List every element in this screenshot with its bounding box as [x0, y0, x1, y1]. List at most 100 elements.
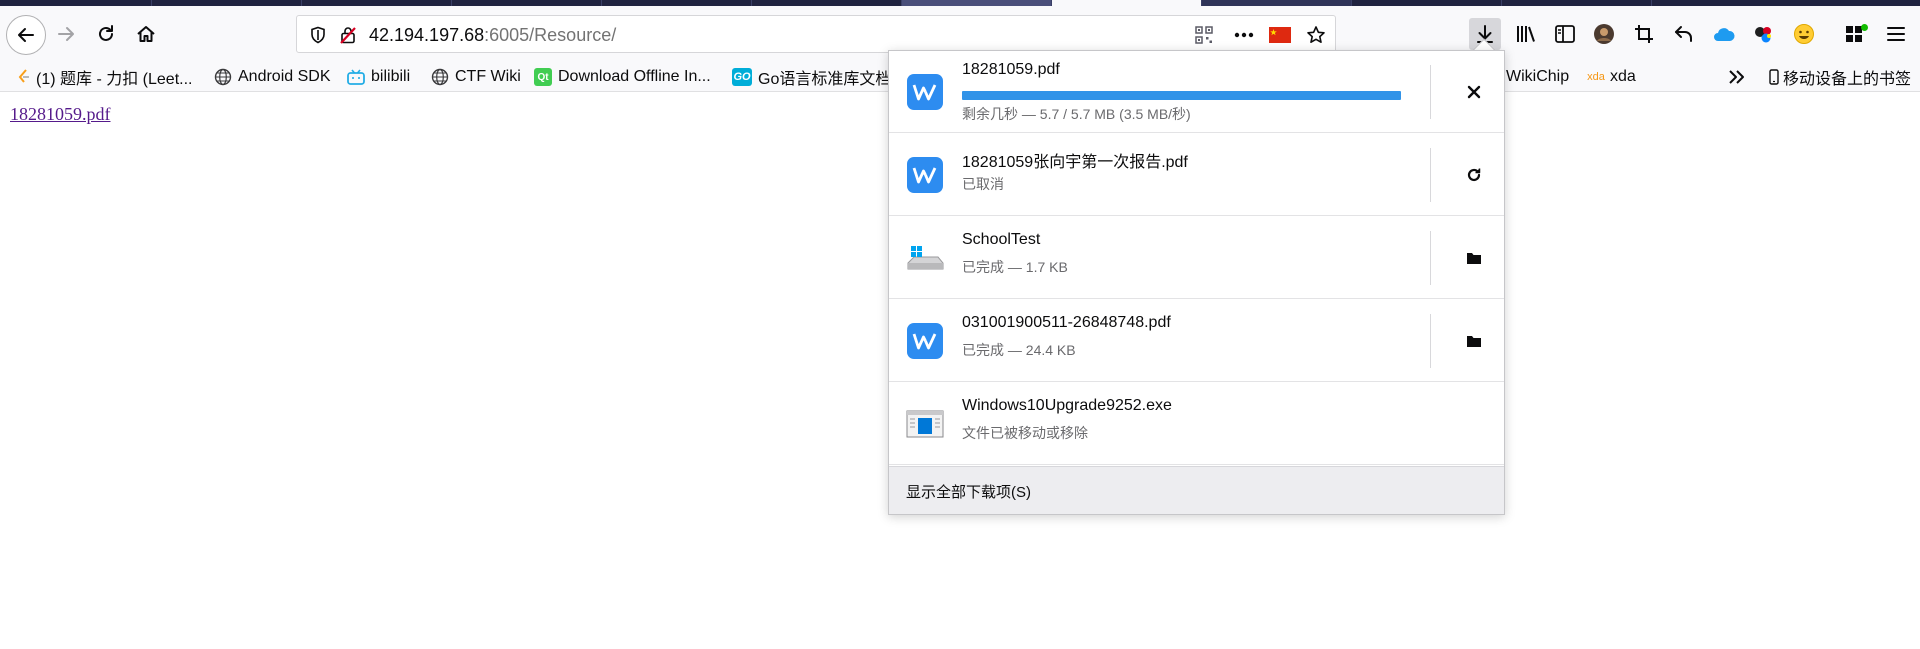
- china-flag-icon[interactable]: [1269, 24, 1291, 46]
- bookmark-label: WikiChip: [1506, 68, 1570, 85]
- download-item[interactable]: SchoolTest 已完成 — 1.7 KB: [889, 217, 1504, 299]
- xda-icon: xda: [1587, 71, 1605, 83]
- undo-button[interactable]: [1668, 18, 1700, 50]
- retry-download-button[interactable]: [1460, 161, 1488, 189]
- bookmark-android-sdk[interactable]: Android SDK: [214, 66, 331, 88]
- emoji-icon: [1794, 24, 1814, 44]
- extensions-icon: [1846, 24, 1868, 42]
- download-item[interactable]: 18281059张向宇第一次报告.pdf 已取消: [889, 134, 1504, 216]
- retry-icon: [1467, 168, 1481, 182]
- folder-icon: [1467, 253, 1481, 264]
- undo-icon: [1675, 26, 1692, 42]
- folder-icon: [1467, 336, 1481, 347]
- mobile-icon: [1768, 68, 1780, 86]
- qt-icon: Qt: [534, 68, 552, 86]
- insecure-lock-icon[interactable]: [337, 24, 359, 46]
- more-actions-icon[interactable]: [1233, 24, 1255, 46]
- go-icon: GO: [732, 68, 752, 86]
- download-status: 已完成 — 24.4 KB: [962, 342, 1076, 358]
- file-link[interactable]: 18281059.pdf: [10, 104, 111, 125]
- reload-button[interactable]: [90, 18, 122, 50]
- download-status: 已完成 — 1.7 KB: [962, 259, 1068, 275]
- divider: [1430, 231, 1431, 285]
- bookmark-label: Go语言标准库文档: [758, 71, 892, 88]
- menu-button[interactable]: [1880, 18, 1912, 50]
- download-name: 18281059张向宇第一次报告.pdf: [962, 154, 1188, 171]
- bookmark-label: CTF Wiki: [455, 68, 521, 85]
- bookmark-wikichip[interactable]: WikiChip: [1506, 66, 1569, 88]
- library-icon: [1517, 26, 1535, 42]
- bookmark-mobile[interactable]: 移动设备上的书签: [1768, 66, 1911, 88]
- globe-icon: [214, 68, 232, 86]
- extension-avatar-button[interactable]: [1588, 18, 1620, 50]
- bookmark-label: Android SDK: [238, 68, 331, 85]
- extension-color-button[interactable]: [1748, 18, 1780, 50]
- reload-icon: [99, 25, 113, 41]
- download-status: 剩余几秒 — 5.7 / 5.7 MB (3.5 MB/秒): [962, 106, 1191, 122]
- bookmark-label: (1) 题库 - 力扣 (Leet...: [36, 71, 193, 88]
- open-folder-button[interactable]: [1460, 327, 1488, 355]
- bookmark-label: Download Offline In...: [558, 68, 711, 85]
- url-bar[interactable]: 42.194.197.68:6005/Resource/: [296, 15, 1336, 53]
- divider: [1430, 65, 1431, 119]
- url-path: :6005/Resource/: [484, 25, 617, 45]
- url-host: 42.194.197.68: [369, 25, 485, 45]
- drive-icon: [906, 239, 944, 277]
- download-name: SchoolTest: [962, 231, 1041, 248]
- cloud-button[interactable]: [1708, 18, 1740, 50]
- bookmark-download-offline[interactable]: Qt Download Offline In...: [534, 66, 711, 88]
- download-status: 已取消: [962, 176, 1004, 192]
- sidebar-button[interactable]: [1549, 18, 1581, 50]
- bookmark-go-std-docs[interactable]: GO Go语言标准库文档: [732, 66, 891, 88]
- home-button[interactable]: [130, 18, 162, 50]
- cloud-icon: [1714, 28, 1735, 41]
- cancel-icon: [1467, 85, 1481, 99]
- screenshot-button[interactable]: [1628, 18, 1660, 50]
- bookmark-ctf-wiki[interactable]: CTF Wiki: [431, 66, 521, 88]
- hamburger-menu-icon: [1887, 27, 1905, 41]
- wps-icon: [906, 322, 944, 360]
- cancel-download-button[interactable]: [1460, 78, 1488, 106]
- wps-icon: [906, 156, 944, 194]
- avatar-icon: [1594, 24, 1614, 44]
- divider: [1430, 148, 1431, 202]
- home-icon: [137, 26, 155, 42]
- bookmark-xda[interactable]: xda xda: [1586, 66, 1636, 88]
- double-chevron-right-icon: [1729, 70, 1744, 84]
- bookmark-label: xda: [1610, 68, 1636, 85]
- show-all-downloads-label: 显示全部下载项(S): [906, 484, 1031, 501]
- download-item[interactable]: 18281059.pdf 剩余几秒 — 5.7 / 5.7 MB (3.5 MB…: [889, 51, 1504, 133]
- shield-icon[interactable]: [307, 24, 329, 46]
- extensions-button[interactable]: [1841, 18, 1873, 50]
- forward-button[interactable]: [50, 18, 82, 50]
- emoji-button[interactable]: [1788, 18, 1820, 50]
- download-progress-bar: [962, 91, 1401, 100]
- wps-icon: [906, 73, 944, 111]
- color-balls-icon: [1755, 27, 1771, 43]
- bookmark-leetcode[interactable]: (1) 题库 - 力扣 (Leet...: [18, 66, 192, 88]
- open-folder-button[interactable]: [1460, 244, 1488, 272]
- leetcode-icon: [18, 68, 30, 86]
- arrow-right-icon: [58, 27, 74, 41]
- download-item[interactable]: 031001900511-26848748.pdf 已完成 — 24.4 KB: [889, 300, 1504, 382]
- back-button[interactable]: [6, 15, 46, 55]
- show-all-downloads-button[interactable]: 显示全部下载项(S): [889, 466, 1504, 514]
- url-text[interactable]: 42.194.197.68:6005/Resource/: [369, 25, 616, 46]
- download-status: 文件已被移动或移除: [962, 425, 1088, 441]
- exe-icon: [906, 405, 944, 443]
- divider: [1430, 314, 1431, 368]
- bookmark-label: 移动设备上的书签: [1783, 71, 1912, 88]
- crop-icon: [1635, 25, 1653, 43]
- download-item[interactable]: Windows10Upgrade9252.exe 文件已被移动或移除: [889, 383, 1504, 465]
- qr-code-icon[interactable]: [1193, 24, 1215, 46]
- library-button[interactable]: [1510, 18, 1542, 50]
- bookmark-bilibili[interactable]: bilibili: [347, 66, 410, 88]
- sidebar-icon: [1555, 25, 1575, 43]
- downloads-panel: 18281059.pdf 剩余几秒 — 5.7 / 5.7 MB (3.5 MB…: [888, 50, 1505, 515]
- bookmark-label: bilibili: [371, 68, 411, 85]
- bookmark-star-icon[interactable]: [1305, 24, 1327, 46]
- download-name: 031001900511-26848748.pdf: [962, 314, 1171, 331]
- bookmarks-overflow-button[interactable]: [1728, 66, 1746, 88]
- download-name: Windows10Upgrade9252.exe: [962, 397, 1172, 414]
- globe-icon: [431, 68, 449, 86]
